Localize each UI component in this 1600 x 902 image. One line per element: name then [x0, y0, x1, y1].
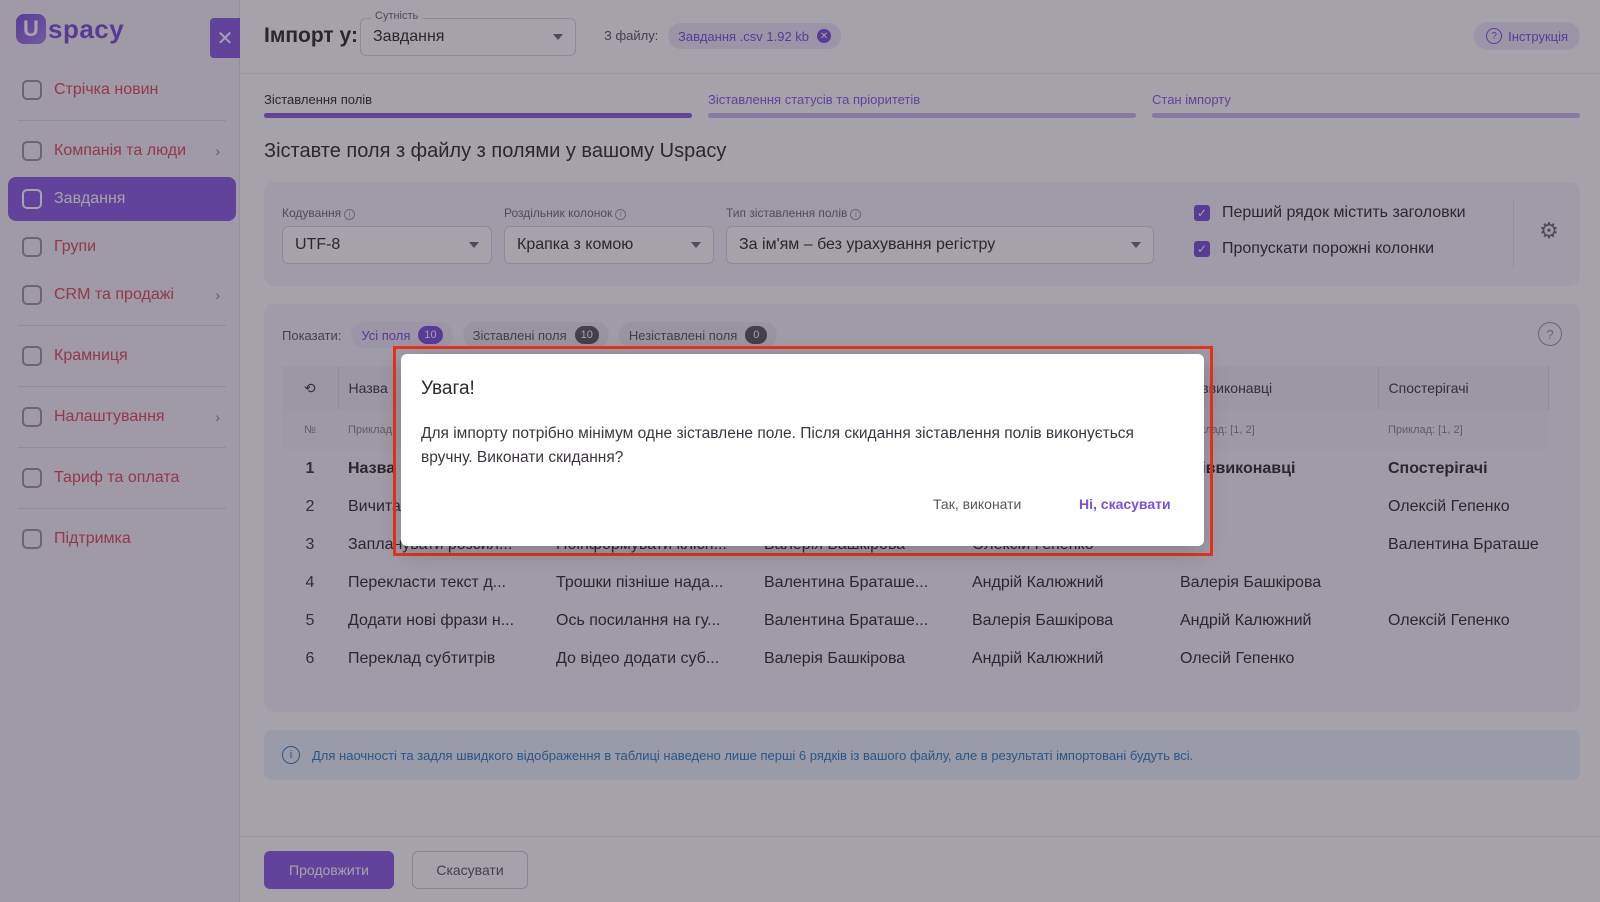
- cancel-reset-button[interactable]: Ні, скасувати: [1079, 496, 1171, 512]
- confirm-reset-button[interactable]: Так, виконати: [933, 496, 1021, 512]
- dialog-message: Для імпорту потрібно мінімум одне зістав…: [421, 425, 1134, 466]
- warning-dialog: Увага! Для імпорту потрібно мінімум одне…: [401, 354, 1204, 546]
- dialog-title: Увага!: [421, 378, 475, 399]
